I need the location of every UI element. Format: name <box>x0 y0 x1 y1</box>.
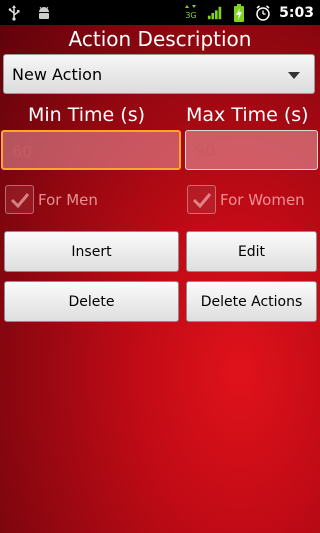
status-right: 3G 5:03 <box>183 2 314 23</box>
min-time-value: 60 <box>12 142 33 161</box>
status-bar: 3G 5:03 <box>0 0 320 25</box>
delete-actions-button[interactable]: Delete Actions <box>186 281 317 322</box>
usb-icon <box>6 4 22 21</box>
checkmark-icon <box>10 193 30 209</box>
min-time-input[interactable]: 60 <box>1 130 181 170</box>
edit-button[interactable]: Edit <box>186 231 317 272</box>
alarm-clock-icon <box>255 4 271 21</box>
action-select[interactable]: New Action <box>3 54 315 94</box>
signal-icon <box>207 5 223 21</box>
battery-charging-icon <box>231 3 247 22</box>
network-type-label: 3G <box>186 11 197 20</box>
delete-button[interactable]: Delete <box>4 281 179 322</box>
for-men-checkbox[interactable] <box>5 185 34 214</box>
3g-icon: 3G <box>183 4 199 21</box>
checkmark-icon <box>192 193 212 209</box>
action-select-value: New Action <box>12 65 103 84</box>
status-left <box>6 3 52 22</box>
min-time-label: Min Time (s) <box>28 104 146 126</box>
clock-time: 5:03 <box>279 4 314 21</box>
chevron-down-icon <box>288 72 300 79</box>
max-time-input[interactable]: 90 <box>185 130 318 170</box>
max-time-value: 90 <box>195 141 216 160</box>
insert-button[interactable]: Insert <box>4 231 179 272</box>
page-title: Action Description <box>68 27 252 51</box>
android-debug-icon <box>36 5 52 21</box>
for-women-checkbox[interactable] <box>187 185 216 214</box>
max-time-label: Max Time (s) <box>186 104 309 126</box>
for-men-label: For Men <box>38 191 98 209</box>
for-women-label: For Women <box>220 191 305 209</box>
